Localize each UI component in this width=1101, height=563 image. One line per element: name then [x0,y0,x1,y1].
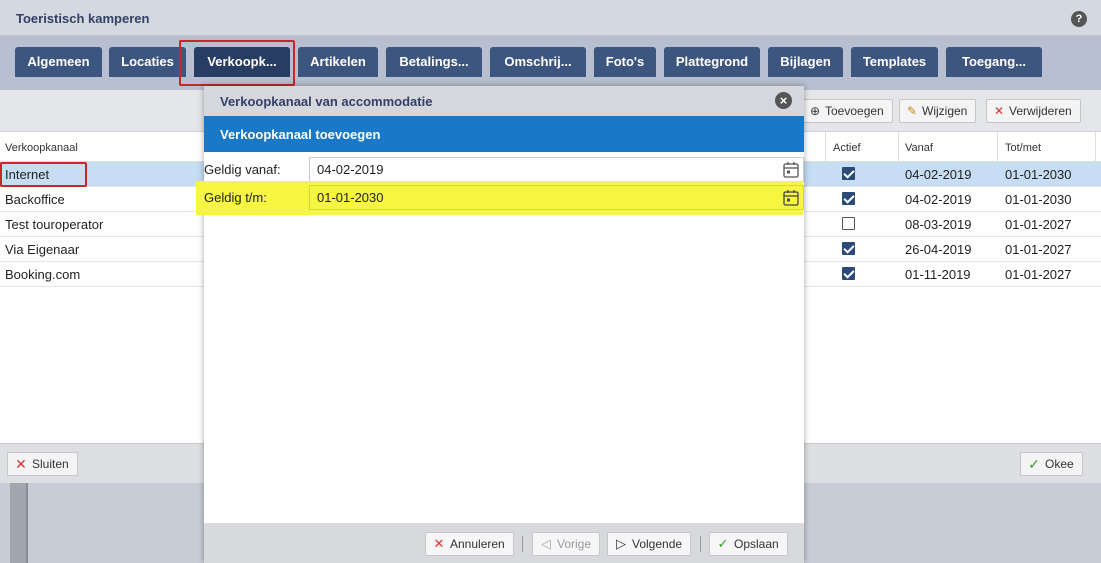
tab-betalingen[interactable]: Betalings... [386,47,482,77]
window-title: Toeristisch kamperen [16,11,150,26]
row-from: 08-03-2019 [905,217,972,232]
row-to: 01-01-2027 [1005,267,1072,282]
delete-button[interactable]: ✕ Verwijderen [986,99,1081,123]
arrow-left-icon: ◁ [541,536,551,551]
edit-button-label: Wijzigen [922,104,968,118]
tab-artikelen[interactable]: Artikelen [298,47,378,77]
column-separator [1095,132,1096,162]
delete-x-icon: ✕ [993,104,1005,118]
header-channel[interactable]: Verkoopkanaal [5,142,78,154]
valid-from-value: 04-02-2019 [317,162,384,177]
help-icon[interactable]: ? [1071,11,1087,27]
cancel-x-icon: ✕ [433,536,445,551]
tab-fotos[interactable]: Foto's [594,47,656,77]
button-separator [700,536,701,552]
active-checkbox[interactable] [842,267,855,280]
ok-button-label: Okee [1045,457,1074,471]
next-button[interactable]: ▷ Volgende [607,532,692,556]
tab-bijlagen[interactable]: Bijlagen [768,47,843,77]
row-channel: Booking.com [5,267,81,282]
close-button-label: Sluiten [32,457,69,471]
column-separator [898,132,899,162]
save-button-label: Opslaan [734,537,779,551]
checkmark-icon: ✓ [717,536,729,551]
column-separator [997,132,998,162]
tab-omschrijving[interactable]: Omschrij... [490,47,586,77]
add-button[interactable]: ⊕ Toevoegen [802,99,893,123]
edit-icon: ✎ [906,104,918,118]
header-active[interactable]: Actief [833,142,861,154]
save-button[interactable]: ✓ Opslaan [709,532,788,556]
ok-button[interactable]: ✓ Okee [1020,452,1083,476]
dialog-subheader: Verkoopkanaal toevoegen [204,116,804,152]
cancel-button-label: Annuleren [450,537,505,551]
window-titlebar: Toeristisch kamperen ? [0,0,1101,36]
row-from: 04-02-2019 [905,192,972,207]
dialog-header: Verkoopkanaal van accommodatie × [204,86,804,116]
valid-to-input[interactable]: 01-01-2030 [309,185,804,210]
calendar-icon[interactable] [783,161,799,179]
arrow-right-icon: ▷ [616,536,626,551]
column-separator [825,132,826,162]
previous-button[interactable]: ◁ Vorige [532,532,601,556]
row-channel: Via Eigenaar [5,242,80,257]
tab-templates[interactable]: Templates [851,47,938,77]
checkmark-icon: ✓ [1028,456,1040,472]
header-to[interactable]: Tot/met [1005,142,1041,154]
cancel-button[interactable]: ✕ Annuleren [425,532,514,556]
row-to: 01-01-2027 [1005,242,1072,257]
header-from[interactable]: Vanaf [905,142,933,154]
add-channel-dialog: Verkoopkanaal van accommodatie × Verkoop… [196,86,804,563]
row-to: 01-01-2027 [1005,217,1072,232]
active-checkbox[interactable] [842,242,855,255]
plus-circle-icon: ⊕ [809,104,821,118]
active-checkbox[interactable] [842,167,855,180]
valid-to-row: Geldig t/m: 01-01-2030 [204,184,804,210]
valid-from-label: Geldig vanaf: [204,162,281,177]
tab-toegang[interactable]: Toegang... [946,47,1042,77]
previous-button-label: Vorige [557,537,592,551]
tab-bar: Algemeen Locaties Verkoopk... Artikelen … [0,36,1101,90]
row-to: 01-01-2030 [1005,192,1072,207]
delete-button-label: Verwijderen [1009,104,1072,118]
scroll-strip [10,483,26,563]
row-channel: Internet [5,167,50,182]
edit-button[interactable]: ✎ Wijzigen [899,99,977,123]
tab-algemeen[interactable]: Algemeen [15,47,102,77]
valid-to-label: Geldig t/m: [204,190,267,205]
dialog-subtitle: Verkoopkanaal toevoegen [220,127,381,142]
active-checkbox[interactable] [842,217,855,230]
tab-plattegrond[interactable]: Plattegrond [664,47,760,77]
calendar-icon[interactable] [783,189,799,207]
active-checkbox[interactable] [842,192,855,205]
row-channel: Test touroperator [5,217,104,232]
tab-locaties[interactable]: Locaties [109,47,186,77]
dialog-footer: ✕ Annuleren ◁ Vorige ▷ Volgende ✓ Opslaa… [204,523,804,563]
add-button-label: Toevoegen [825,104,884,118]
row-to: 01-01-2030 [1005,167,1072,182]
close-x-icon: ✕ [15,456,27,472]
button-separator [522,536,523,552]
valid-from-input[interactable]: 04-02-2019 [309,157,804,182]
dialog-title: Verkoopkanaal van accommodatie [220,94,433,109]
valid-to-value: 01-01-2030 [317,190,384,205]
tab-verkoopkanalen[interactable]: Verkoopk... [194,47,290,77]
valid-from-row: Geldig vanaf: 04-02-2019 [204,156,804,182]
row-from: 26-04-2019 [905,242,972,257]
close-button[interactable]: ✕ Sluiten [7,452,78,476]
scroll-strip-edge [26,483,28,563]
row-channel: Backoffice [5,192,65,207]
next-button-label: Volgende [632,537,683,551]
row-from: 04-02-2019 [905,167,972,182]
dialog-close-icon[interactable]: × [775,92,792,109]
row-from: 01-11-2019 [905,267,971,282]
